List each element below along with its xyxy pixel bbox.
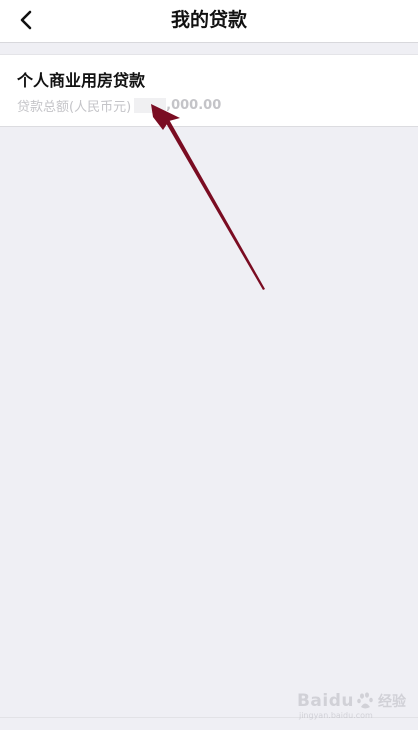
baidu-jingyan-watermark: Baidu 经验 jingyan.baidu.com: [297, 691, 406, 720]
watermark-url: jingyan.baidu.com: [298, 711, 373, 720]
watermark-brand: Baidu: [296, 691, 354, 711]
loan-list-item[interactable]: 个人商业用房贷款 贷款总额(人民币元) ,000.00: [0, 54, 418, 127]
paw-icon: [357, 692, 373, 709]
watermark-cn: 经验: [378, 694, 406, 710]
arrow-shaft: [163, 116, 265, 290]
section-divider: [0, 43, 418, 54]
navigation-bar: 我的贷款: [0, 0, 418, 43]
loan-amount-value: ,000.00: [166, 97, 222, 113]
amount-redaction: [134, 97, 167, 113]
loan-amount-row: 贷款总额(人民币元) ,000.00: [17, 96, 222, 115]
page-title: 我的贷款: [170, 9, 247, 31]
loan-amount-label: 贷款总额(人民币元): [17, 99, 132, 115]
loan-name: 个人商业用房贷款: [17, 71, 146, 90]
